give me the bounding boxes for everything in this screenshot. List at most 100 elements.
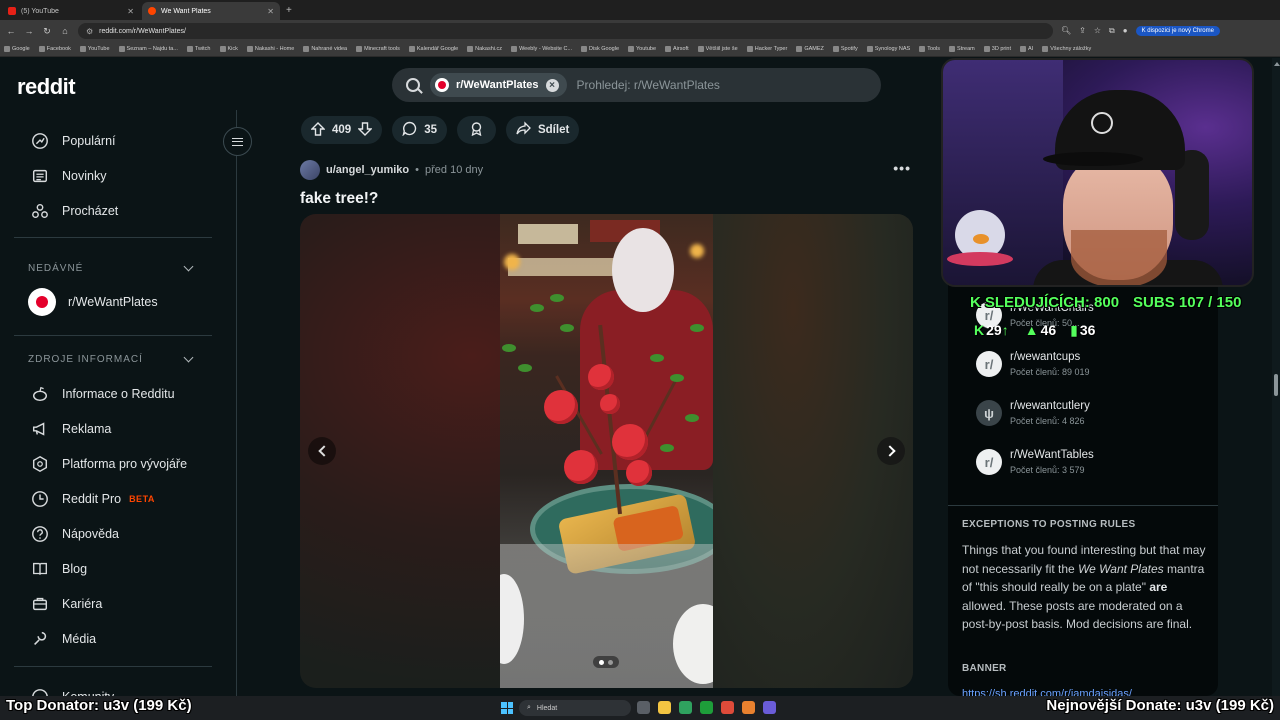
image-detail xyxy=(560,324,574,332)
xbox-icon[interactable] xyxy=(700,701,713,714)
forward-icon[interactable]: → xyxy=(24,26,34,36)
taskbar-search-label: Hledat xyxy=(536,704,558,712)
address-bar[interactable]: ⚙ reddit.com/r/WeWantPlates/ xyxy=(78,23,1053,39)
post-title[interactable]: fake tree!? xyxy=(300,190,378,208)
chrome-icon[interactable] xyxy=(679,701,692,714)
back-icon[interactable]: ← xyxy=(6,26,16,36)
bookmark-star-icon[interactable]: ☆ xyxy=(1094,26,1101,36)
sidebar-item-popular[interactable]: Populární xyxy=(30,126,116,156)
sidebar-item-reddit-pro[interactable]: Reddit Pro BETA xyxy=(30,484,155,514)
new-tab-icon[interactable]: + xyxy=(286,5,292,16)
upvote-icon[interactable] xyxy=(310,121,326,139)
discord-icon[interactable] xyxy=(763,701,776,714)
sidebar-item-developer-platform[interactable]: Platforma pro vývojáře xyxy=(30,449,187,479)
help-icon xyxy=(30,524,50,544)
taskbar-search[interactable]: ⌕ Hledat xyxy=(519,700,631,716)
bookmark-item[interactable]: Airsoft xyxy=(665,46,689,52)
home-icon[interactable]: ⌂ xyxy=(60,26,70,36)
browser-tab-wewantplates[interactable]: We Want Plates ✕ xyxy=(142,2,280,20)
reddit-logo[interactable]: reddit xyxy=(17,74,76,100)
bookmark-item[interactable]: Všechny záložky xyxy=(1042,46,1091,52)
search-bar[interactable]: r/WeWantPlates × Prohledej: r/WeWantPlat… xyxy=(392,68,881,102)
bookmark-item[interactable]: YouTube xyxy=(79,46,110,52)
bookmark-item[interactable]: Stream xyxy=(949,46,975,52)
search-input[interactable]: Prohledej: r/WeWantPlates xyxy=(577,78,720,92)
bookmark-item[interactable]: Google xyxy=(4,46,30,52)
sidebar-item-media[interactable]: Média xyxy=(30,624,96,654)
bookmark-item[interactable]: Synology NAS xyxy=(866,46,910,52)
share-icon[interactable]: ⇪ xyxy=(1079,26,1086,36)
app-icon[interactable] xyxy=(742,701,755,714)
bookmark-item[interactable]: Nahrané videa xyxy=(303,46,347,52)
community-item-wewanttables[interactable]: r/ r/WeWantTables Počet členů: 3 579 xyxy=(976,449,1094,475)
sidebar-item-advertising[interactable]: Reklama xyxy=(30,414,111,444)
gallery-dot-active[interactable] xyxy=(599,659,604,665)
gallery-next-button[interactable] xyxy=(877,437,905,465)
recent-section-header[interactable]: NEDÁVNÉ xyxy=(28,261,196,274)
bookmark-item[interactable]: Seznam – Najdu ta... xyxy=(118,46,178,52)
reload-icon[interactable]: ↻ xyxy=(42,26,52,37)
bookmark-item[interactable]: Nakashi - Home xyxy=(246,46,294,52)
chevron-down-icon xyxy=(183,261,194,272)
award-button[interactable] xyxy=(456,116,496,144)
sidebar-item-careers[interactable]: Kariéra xyxy=(30,589,102,619)
scrollbar-thumb[interactable] xyxy=(1274,374,1278,396)
bookmark-item[interactable]: Facebook xyxy=(38,46,71,52)
downvote-icon[interactable] xyxy=(357,121,373,139)
bookmark-item[interactable]: Disk Google xyxy=(581,46,619,52)
bookmark-item[interactable]: Většiil jste še xyxy=(697,46,738,52)
page-scrollbar[interactable] xyxy=(1272,58,1280,696)
close-tab-icon[interactable]: ✕ xyxy=(267,7,274,16)
gallery-dot[interactable] xyxy=(608,659,613,665)
bookmark-item[interactable]: 3D print xyxy=(983,46,1011,52)
share-button[interactable]: Sdílet xyxy=(505,116,580,144)
sidebar-item-about-reddit[interactable]: Informace o Redditu xyxy=(30,379,175,409)
bookmark-item[interactable]: Hacker Typer xyxy=(746,46,787,52)
sidebar-item-help[interactable]: Nápověda xyxy=(30,519,119,549)
community-item-wewantcutlery[interactable]: ψ r/wewantcutlery Počet členů: 4 826 xyxy=(976,400,1090,426)
bookmark-item[interactable]: Twitch xyxy=(186,46,211,52)
site-info-icon[interactable]: ⚙ xyxy=(86,27,93,36)
bookmark-item[interactable]: Tools xyxy=(919,46,940,52)
bookmark-item[interactable]: AI xyxy=(1020,46,1033,52)
bookmark-item[interactable]: Kick xyxy=(219,46,238,52)
bookmark-item[interactable]: Kalendář Google xyxy=(408,46,458,52)
post-gallery[interactable] xyxy=(300,214,913,688)
chrome-update-button[interactable]: K dispozici je nový Chrome xyxy=(1135,26,1220,36)
resources-section-header[interactable]: ZDROJE INFORMACÍ xyxy=(28,352,196,365)
youtube-favicon-icon xyxy=(8,7,16,15)
post-card[interactable]: u/angel_yumiko • před 10 dny ••• fake tr… xyxy=(287,154,927,699)
zoom-icon[interactable]: 🔍︎ xyxy=(1061,26,1071,36)
bookmark-item[interactable]: Minecraft tools xyxy=(356,46,400,52)
post-author[interactable]: u/angel_yumiko xyxy=(326,164,409,176)
scroll-up-icon[interactable] xyxy=(1274,62,1280,66)
extensions-icon[interactable]: ⧉ xyxy=(1109,26,1115,36)
browser-tab-youtube[interactable]: (5) YouTube ✕ xyxy=(2,2,140,20)
user-avatar[interactable] xyxy=(300,160,320,180)
task-view-icon[interactable] xyxy=(637,701,650,714)
close-tab-icon[interactable]: ✕ xyxy=(127,7,134,16)
community-item-wewantcups[interactable]: r/ r/wewantcups Počet členů: 89 019 xyxy=(976,351,1090,377)
clear-chip-icon[interactable]: × xyxy=(545,78,559,92)
bookmark-item[interactable]: Nakashi.cz xyxy=(467,46,502,52)
bookmark-item[interactable]: GAMEZ xyxy=(796,46,824,52)
bookmark-item[interactable]: Youtube xyxy=(628,46,656,52)
gallery-prev-button[interactable] xyxy=(308,437,336,465)
stat-value: 29 xyxy=(986,322,1002,338)
bookmark-label: Weebly - Website C... xyxy=(519,46,573,52)
sidebar-item-news[interactable]: Novinky xyxy=(30,161,106,191)
profile-icon[interactable]: ● xyxy=(1123,26,1128,36)
windows-start-icon[interactable] xyxy=(501,702,513,714)
bookmark-item[interactable]: Spotify xyxy=(832,46,858,52)
bookmark-item[interactable]: Weebly - Website C... xyxy=(511,46,572,52)
sidebar-item-blog[interactable]: Blog xyxy=(30,554,87,584)
more-options-icon[interactable]: ••• xyxy=(893,160,911,176)
bookmark-label: Nahrané videa xyxy=(311,46,348,52)
file-explorer-icon[interactable] xyxy=(658,701,671,714)
sidebar-item-explore[interactable]: Procházet xyxy=(30,196,118,226)
browser-toolbar: ← → ↻ ⌂ ⚙ reddit.com/r/WeWantPlates/ 🔍︎ … xyxy=(0,20,1280,42)
app-icon[interactable] xyxy=(721,701,734,714)
comments-button[interactable]: 35 xyxy=(392,116,447,144)
sidebar-item-wewantplates[interactable]: r/WeWantPlates xyxy=(28,287,158,317)
collapse-sidebar-button[interactable] xyxy=(223,127,252,156)
